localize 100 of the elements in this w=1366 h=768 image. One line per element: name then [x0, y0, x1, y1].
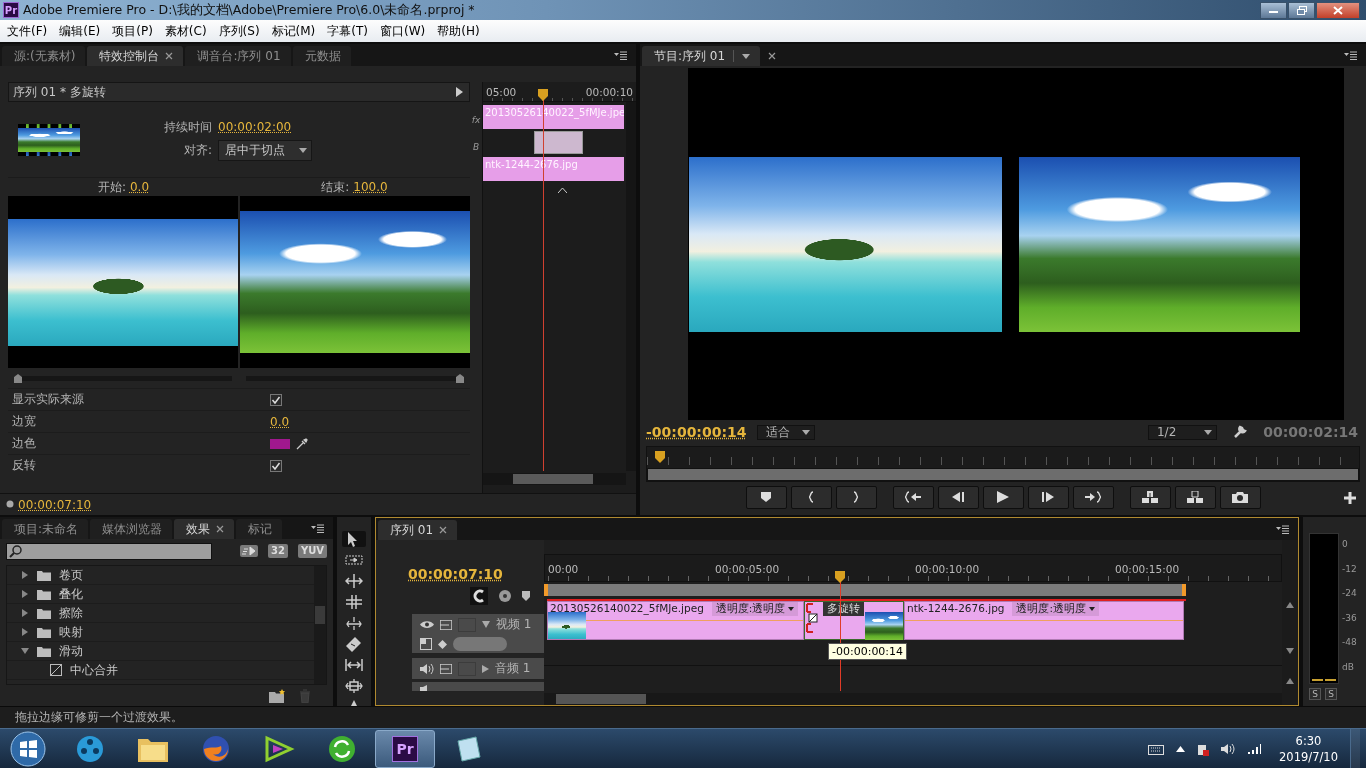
menu-item[interactable]: 文件(F)	[1, 20, 54, 42]
keyframe-sync-icon[interactable]	[498, 589, 512, 603]
extract-button[interactable]	[1174, 485, 1216, 509]
vertical-scrollbar[interactable]	[314, 566, 326, 684]
mark-in-button[interactable]	[790, 485, 832, 509]
scroll-up-icon[interactable]	[1286, 678, 1294, 684]
step-back-button[interactable]	[937, 485, 979, 509]
volume-icon[interactable]	[1221, 742, 1236, 755]
duration-value[interactable]: 00:00:02:00	[218, 120, 312, 134]
panel-tab[interactable]: 效果	[174, 519, 235, 539]
add-marker-button[interactable]	[745, 485, 787, 509]
solo-button[interactable]: S	[1309, 688, 1321, 700]
minimize-button[interactable]	[1260, 1, 1287, 19]
panel-tab[interactable]: 调音台:序列 01	[185, 46, 291, 66]
program-timecode[interactable]: -00:00:00:14	[646, 424, 747, 440]
scroll-down-icon[interactable]	[1286, 648, 1294, 654]
effect-folder[interactable]: 擦除	[7, 604, 314, 623]
keyboard-icon[interactable]	[1148, 742, 1165, 755]
show-hidden-icons-icon[interactable]	[1176, 745, 1186, 752]
horizontal-scrollbar[interactable]	[483, 473, 626, 485]
panel-tab[interactable]: 特效控制台	[87, 46, 184, 66]
menu-item[interactable]: 素材(C)	[158, 20, 213, 42]
playhead-icon[interactable]	[538, 89, 548, 101]
add-button[interactable]	[1344, 492, 1356, 504]
menu-item[interactable]: 编辑(E)	[53, 20, 107, 42]
menu-item[interactable]: 序列(S)	[212, 20, 266, 42]
close-icon[interactable]	[216, 525, 225, 533]
panel-tab[interactable]: 标记	[236, 519, 283, 539]
effect-folder[interactable]: 叠化	[7, 585, 314, 604]
signal-icon[interactable]	[1247, 742, 1262, 755]
menu-item[interactable]: 标记(M)	[265, 20, 322, 42]
current-timecode[interactable]: 00:00:07:10	[18, 497, 92, 512]
expand-triangle-icon[interactable]	[482, 621, 490, 628]
ripple-edit-tool[interactable]	[342, 573, 366, 589]
zoom-scrollbar[interactable]	[647, 468, 1359, 481]
close-icon[interactable]	[768, 52, 777, 60]
effect-folder[interactable]: 映射	[7, 623, 314, 642]
menu-item[interactable]: 字幕(T)	[321, 20, 374, 42]
track-select-tool[interactable]	[342, 552, 366, 568]
expand-triangle-icon[interactable]	[21, 628, 29, 636]
start-value[interactable]: 0.0	[129, 180, 150, 194]
panel-tab[interactable]: 序列 01	[378, 520, 458, 540]
time-ruler[interactable]: 00:00 00:00:05:00 00:00:10:00 00:00:15:00	[544, 554, 1282, 582]
selection-tool[interactable]	[342, 531, 366, 547]
end-value[interactable]: 100.0	[353, 180, 388, 194]
video-clip[interactable]: ntk-1244-2676.jpg 透明度:透明度	[904, 601, 1184, 640]
playhead-icon[interactable]	[835, 571, 845, 583]
panel-tab[interactable]: 项目:未命名	[2, 519, 89, 539]
maximize-button[interactable]	[1288, 1, 1315, 19]
panel-menu-icon[interactable]	[612, 50, 628, 61]
menu-item[interactable]: 项目(P)	[106, 20, 159, 42]
video-clip[interactable]: 20130526140022_5fMJe.jpeg 透明度:透明度	[547, 601, 804, 640]
playhead-icon[interactable]	[655, 451, 665, 463]
marker-icon[interactable]	[522, 591, 530, 601]
eyedropper-icon[interactable]	[296, 437, 308, 450]
slider-thumb-icon[interactable]	[14, 373, 22, 383]
close-icon[interactable]	[439, 526, 448, 534]
play-button[interactable]	[982, 485, 1024, 509]
end-slider[interactable]	[246, 373, 464, 383]
panel-tab[interactable]: 元数据	[292, 46, 351, 66]
panel-tab[interactable]: 媒体浏览器	[90, 519, 173, 539]
mark-out-button[interactable]	[835, 485, 877, 509]
film-icon[interactable]	[440, 663, 452, 674]
zoom-dropdown[interactable]: 适合	[756, 424, 815, 440]
new-bin-icon[interactable]	[269, 688, 285, 703]
solo-button[interactable]: S	[1325, 688, 1337, 700]
resolution-dropdown[interactable]: 1/2	[1147, 424, 1218, 440]
go-to-in-button[interactable]	[892, 485, 934, 509]
horizontal-scrollbar[interactable]	[544, 693, 1282, 705]
search-field[interactable]	[6, 542, 212, 560]
accelerated-effects-icon[interactable]	[239, 544, 258, 558]
snap-icon[interactable]	[470, 587, 488, 605]
program-scrubber[interactable]	[646, 446, 1360, 482]
slip-tool[interactable]	[342, 657, 366, 673]
clock[interactable]: 6:30 2019/7/10	[1279, 732, 1338, 765]
slider-thumb-icon[interactable]	[456, 373, 464, 383]
expand-triangle-icon[interactable]	[21, 647, 29, 655]
export-frame-button[interactable]	[1219, 485, 1261, 509]
timeline-timecode[interactable]: 00:00:07:10	[408, 566, 503, 582]
scroll-up-icon[interactable]	[1286, 602, 1294, 608]
expand-triangle-icon[interactable]	[21, 609, 29, 617]
menu-item[interactable]: 窗口(W)	[374, 20, 432, 42]
property-value[interactable]: 0.0	[270, 414, 290, 429]
expand-triangle-icon[interactable]	[482, 664, 489, 673]
panel-menu-icon[interactable]	[1342, 50, 1358, 61]
close-icon[interactable]	[165, 52, 174, 60]
close-button[interactable]	[1316, 1, 1360, 19]
checkbox[interactable]	[270, 459, 282, 472]
color-swatch[interactable]	[270, 438, 290, 449]
go-to-out-button[interactable]	[1072, 485, 1114, 509]
effect-folder[interactable]: 卷页	[7, 566, 314, 585]
speaker-icon[interactable]	[420, 662, 434, 675]
film-icon[interactable]	[440, 619, 452, 630]
checkbox[interactable]	[270, 393, 282, 406]
wrench-icon[interactable]	[1233, 425, 1248, 439]
start-slider[interactable]	[14, 373, 232, 383]
effect-item[interactable]: 中心合并	[7, 661, 314, 680]
play-triangle-icon[interactable]	[456, 87, 463, 97]
display-style-icon[interactable]	[420, 638, 432, 650]
expand-triangle-icon[interactable]	[21, 590, 29, 598]
